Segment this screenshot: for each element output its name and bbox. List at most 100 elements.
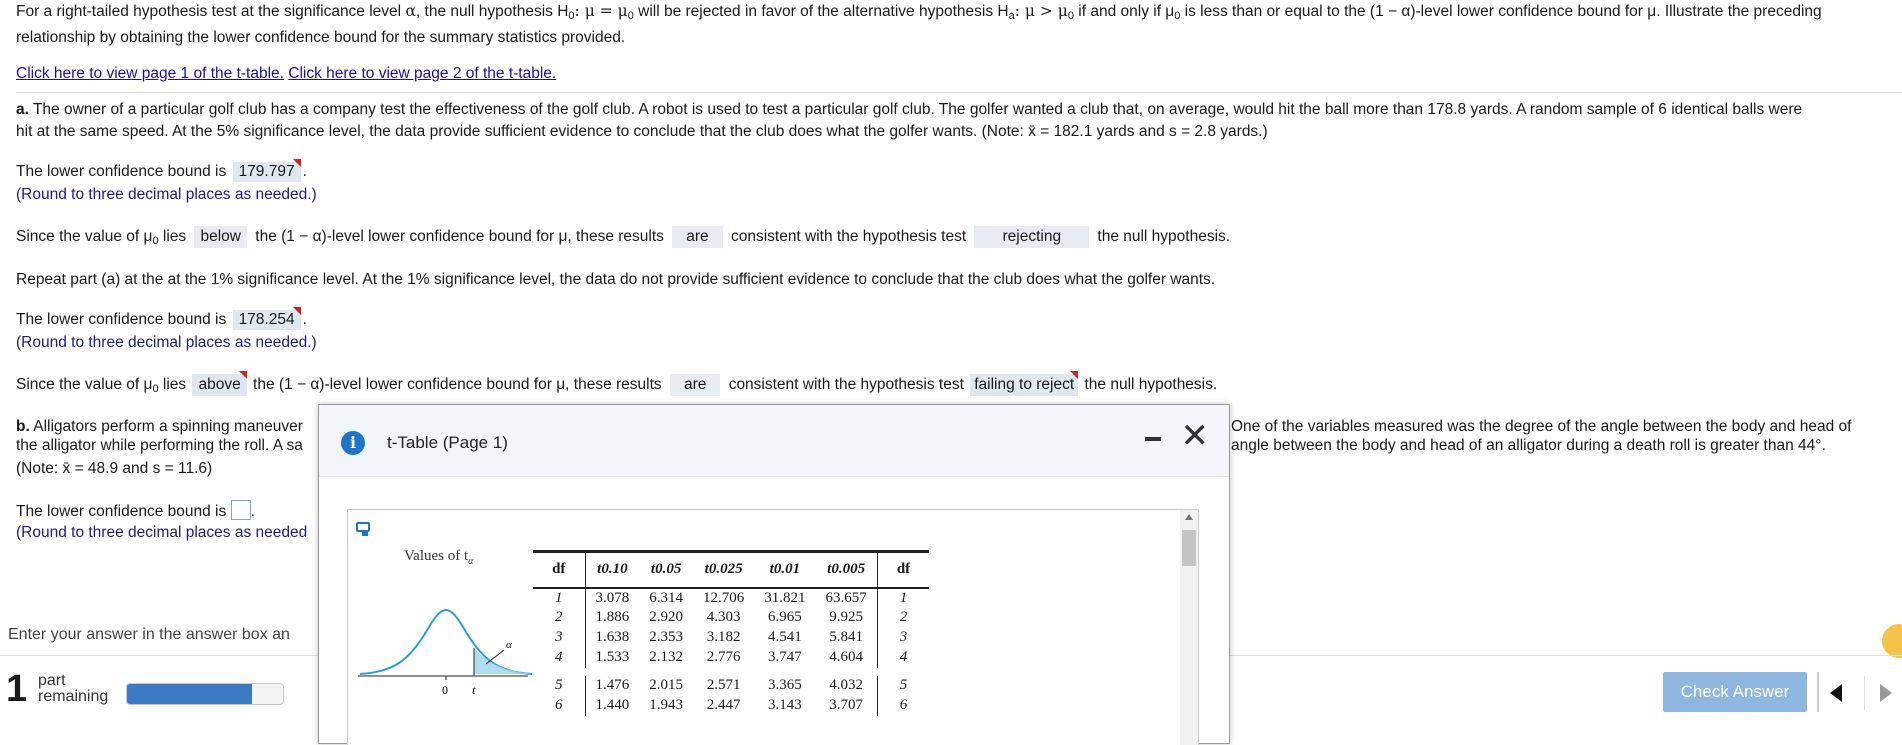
ttable-cell: 2.353	[649, 629, 683, 645]
ttable-cell: 2	[555, 609, 563, 625]
round-note: (Round to three decimal places as needed…	[16, 186, 317, 203]
ttable-cell: 1.440	[584, 695, 640, 716]
modal-header: i t-Table (Page 1) ✕	[319, 405, 1229, 477]
ttable-cell: 3.143	[768, 697, 802, 713]
part-a-conclusion-1pct: Since the value of μ0 lies above the (1 …	[16, 371, 1218, 396]
enter-answer-instruction: Enter your answer in the answer box an	[8, 626, 290, 643]
ttable-frame: Values of tα 0 t α df t0.10 t0.05 t0.025 t0.…	[347, 509, 1199, 745]
ttable-cell: 6	[555, 697, 563, 713]
ttable-cell: 1.476	[584, 675, 640, 696]
ttable-cell: 9.925	[815, 607, 878, 628]
ttable-cell: 63.657	[815, 587, 878, 608]
ttable-header-cell: df	[877, 550, 930, 589]
next-question-icon[interactable]	[1880, 684, 1892, 702]
part-b-text-line2-left: the alligator while performing the roll.…	[16, 437, 303, 454]
ttable-modal: i t-Table (Page 1) ✕ Values of tα 0 t α …	[318, 404, 1230, 745]
scroll-up-icon[interactable]	[1185, 514, 1193, 520]
part-a-text-line1: a. The owner of a particular golf club h…	[16, 101, 1803, 118]
copy-icon[interactable]	[356, 522, 370, 536]
ttable-cell: 1	[899, 589, 908, 606]
position-dropdown-1pct[interactable]: above	[192, 371, 247, 396]
ttable-page2-link[interactable]: Click here to view page 2 of the t-table…	[288, 65, 556, 82]
ttable-cell: 4	[555, 649, 563, 665]
ttable-cell: 1.886	[584, 607, 640, 628]
problem-intro-line2: relationship by obtaining the lower conf…	[16, 29, 626, 46]
part-b-text-line1-right: One of the variables measured was the de…	[1231, 418, 1852, 435]
ttable-row: 3 1.638 2.353 3.182 4.541 5.841 3	[533, 627, 929, 648]
round-note-b: (Round to three decimal places as needed	[16, 524, 308, 541]
ttable-cell: 3.747	[768, 649, 802, 665]
ttable-cell: 5	[555, 677, 563, 693]
ttable-row: 1 3.078 6.314 12.706 31.821 63.657 1	[533, 587, 929, 608]
progress-bar	[126, 683, 284, 705]
ttable-cell: 4.032	[815, 675, 878, 696]
check-answer-button[interactable]: Check Answer	[1663, 672, 1807, 712]
curve-alpha-label: α	[506, 639, 512, 651]
ttable-cell: 3.707	[815, 695, 878, 716]
ttable: df t0.10 t0.05 t0.025 t0.01 t0.005 df 1 3.078 6.…	[533, 550, 930, 716]
ttable-cell: 4.303	[706, 609, 741, 625]
decision-dropdown-5pct[interactable]: rejecting	[974, 226, 1090, 248]
part-a-lcb-line: The lower confidence bound is 179.797.	[16, 159, 307, 182]
part-b-text-line1-left: b. Alligators perform a spinning maneuve…	[16, 418, 303, 435]
ttable-cell: 2.447	[706, 697, 741, 713]
consistency-dropdown-5pct[interactable]: are	[672, 226, 723, 248]
ttable-cell: 2.776	[706, 649, 741, 665]
ttable-cell: 3	[899, 629, 908, 645]
previous-question-icon[interactable]	[1830, 684, 1842, 702]
ttable-cell: 1.638	[584, 627, 640, 648]
consistency-dropdown-1pct[interactable]: are	[669, 374, 721, 396]
ttable-header-cell: t0.01	[754, 550, 816, 589]
ttable-cell: 5.841	[815, 627, 878, 648]
ttable-cell: 2.571	[706, 677, 741, 693]
ttable-cell: 1	[555, 589, 563, 606]
part-a-conclusion-5pct: Since the value of μ0 lies below the (1 …	[16, 226, 1231, 248]
ttable-cell: 2.920	[649, 609, 683, 625]
scroll-thumb[interactable]	[1182, 530, 1196, 566]
position-dropdown-5pct[interactable]: below	[194, 226, 247, 248]
problem-intro-line1: For a right-tailed hypothesis test at th…	[16, 2, 1822, 22]
ttable-cell: 6	[899, 697, 908, 713]
ttable-cell: 3.078	[584, 587, 640, 608]
round-note: (Round to three decimal places as needed…	[16, 334, 317, 351]
parts-remaining-count: 1	[6, 668, 28, 710]
curve-t-label: t	[472, 683, 476, 697]
ttable-links: Click here to view page 1 of the t-table…	[16, 65, 556, 83]
ttable-cell: 4.604	[815, 647, 878, 668]
ttable-cell: 3.365	[768, 677, 802, 693]
ttable-cell: 2.015	[649, 677, 683, 693]
ttable-row-gap	[533, 668, 929, 676]
curve-zero-label: 0	[442, 683, 448, 697]
ttable-header-cell: df	[533, 550, 585, 589]
help-icon[interactable]	[1882, 624, 1902, 658]
nav-divider	[1864, 676, 1865, 710]
nav-divider	[1817, 672, 1819, 712]
ttable-row: 4 1.533 2.132 2.776 3.747 4.604 4	[533, 647, 929, 668]
ttable-cell: 2.132	[649, 649, 683, 665]
ttable-header-cell: t0.10	[584, 550, 640, 589]
parts-remaining-label: part remaining	[38, 672, 109, 705]
ttable-cell: 3.182	[706, 629, 741, 645]
ttable-header-cell: t0.05	[639, 550, 693, 589]
part-a-repeat: Repeat part (a) at the at the 1% signifi…	[16, 271, 1216, 288]
close-icon[interactable]: ✕	[1181, 419, 1210, 453]
part-b-note: (Note: x̄ = 48.9 and s = 11.6)	[16, 460, 213, 477]
progress-fill	[127, 684, 252, 704]
part-b-text-line2-right: angle between the body and head of an al…	[1231, 437, 1826, 454]
ttable-cell: 2	[899, 609, 908, 625]
ttable-cell: 3	[555, 629, 563, 645]
modal-title: t-Table (Page 1)	[387, 433, 508, 452]
ttable-header-cell: t0.025	[693, 550, 755, 589]
lcb-answer-5pct[interactable]: 179.797	[232, 159, 301, 182]
ttable-cell: 5	[899, 677, 908, 693]
ttable-cell: 4	[899, 649, 908, 665]
minimize-icon[interactable]	[1145, 437, 1161, 441]
decision-dropdown-1pct[interactable]: failing to reject	[970, 371, 1079, 396]
scrollbar[interactable]	[1180, 510, 1198, 745]
ttable-page1-link[interactable]: Click here to view page 1 of the t-table…	[16, 65, 284, 82]
values-of-t-label: Values of tα	[404, 548, 474, 567]
lcb-answer-1pct[interactable]: 178.254	[232, 307, 301, 330]
ttable-row: 2 1.886 2.920 4.303 6.965 9.925 2	[533, 607, 929, 628]
info-icon: i	[341, 431, 365, 455]
lcb-answer-input-b[interactable]	[230, 500, 251, 520]
